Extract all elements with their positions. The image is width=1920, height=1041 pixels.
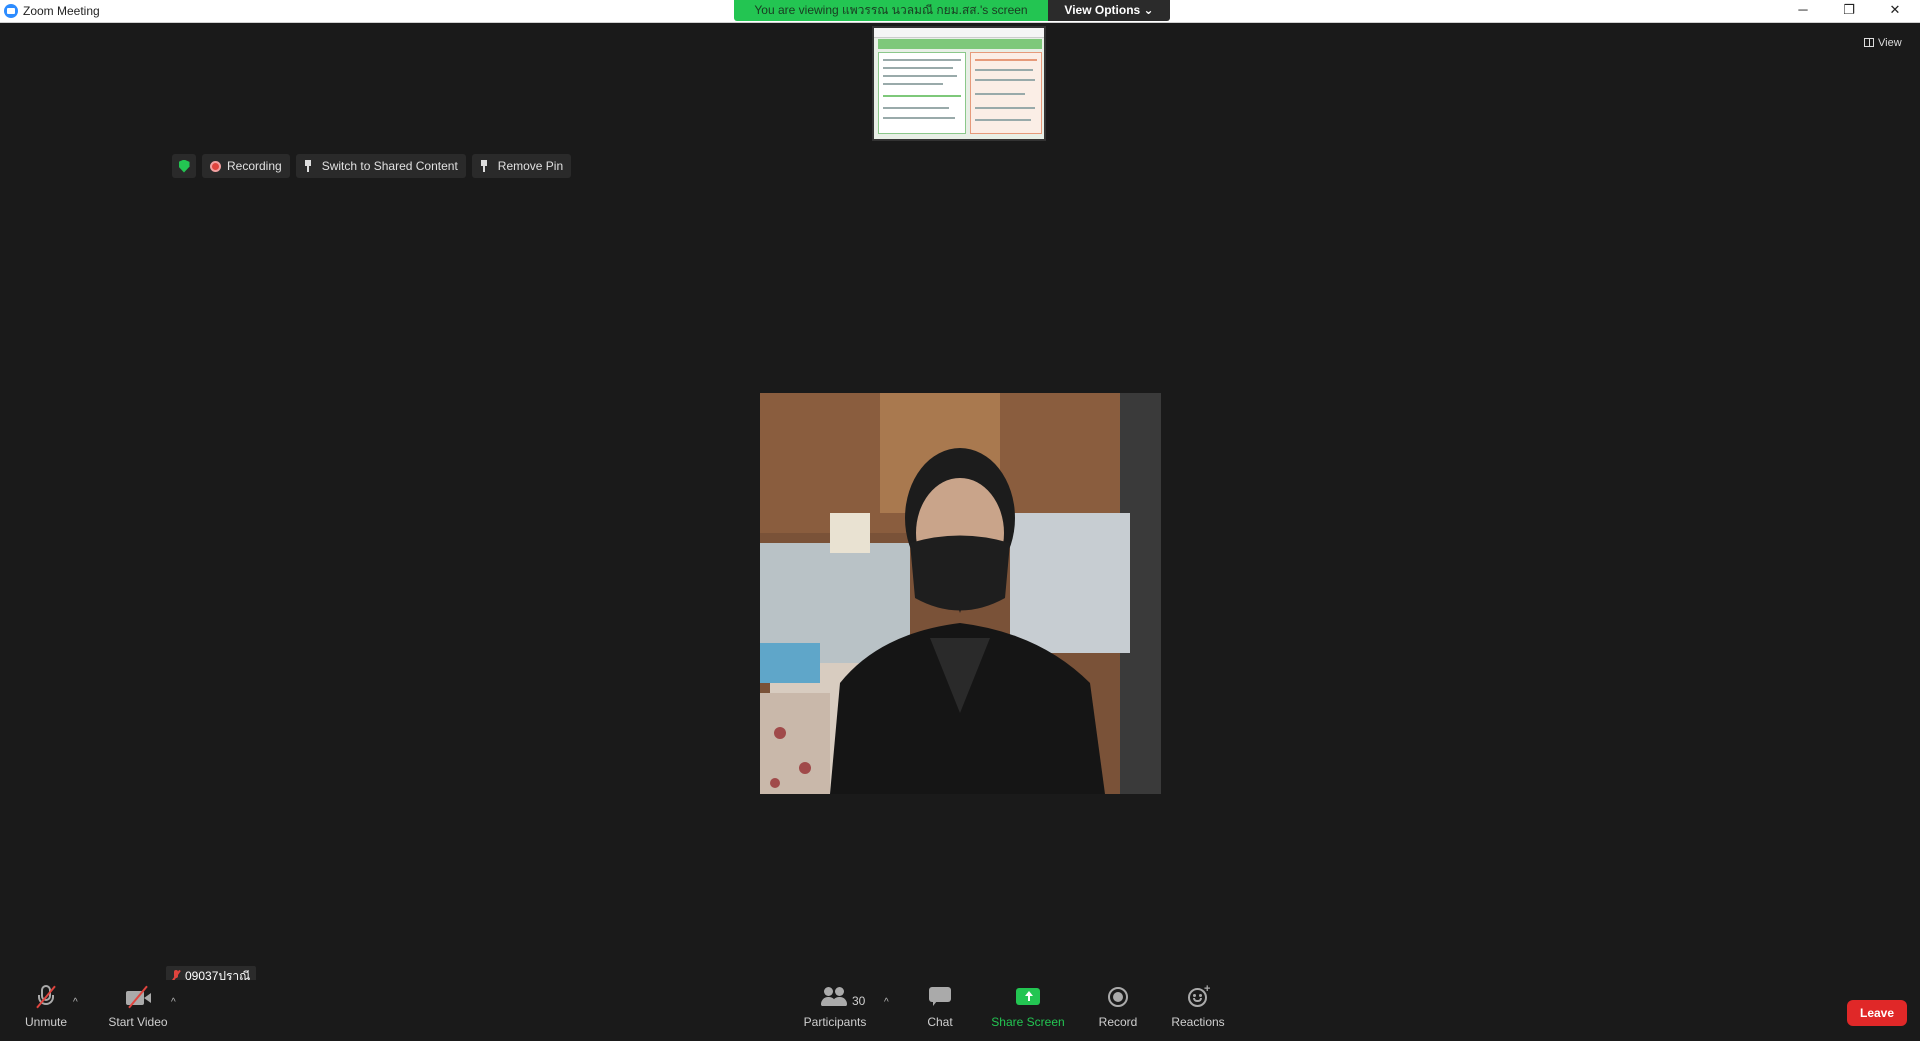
reactions-icon: + (1183, 983, 1213, 1011)
recording-indicator[interactable]: Recording (202, 154, 290, 178)
remove-pin-label: Remove Pin (497, 159, 564, 173)
share-screen-label: Share Screen (991, 1015, 1065, 1029)
security-shield-button[interactable] (172, 154, 196, 178)
thumbnail-header (874, 28, 1044, 38)
start-video-button[interactable]: Start Video (104, 982, 172, 1038)
maximize-button[interactable]: ❐ (1826, 0, 1872, 22)
record-label: Record (1098, 1015, 1138, 1029)
view-options-button[interactable]: View Options ⌄ (1048, 0, 1170, 21)
recording-label: Recording (227, 159, 282, 173)
start-video-label: Start Video (108, 1015, 168, 1029)
participant-video-frame (760, 393, 1161, 794)
shared-screen-thumbnail[interactable] (872, 26, 1046, 141)
thumbnail-left-panel (878, 52, 966, 134)
audio-options-caret[interactable]: ^ (73, 997, 78, 1008)
participant-video (760, 393, 1161, 794)
record-button[interactable]: Record (1096, 982, 1140, 1038)
close-window-button[interactable]: ✕ (1872, 0, 1918, 22)
microphone-muted-icon (31, 985, 61, 1011)
unmute-label: Unmute (24, 1015, 68, 1029)
view-layout-button[interactable]: View (1856, 32, 1912, 54)
share-screen-button[interactable]: Share Screen (990, 982, 1066, 1038)
pin-icon (480, 160, 488, 172)
zoom-app-icon (4, 4, 18, 18)
switch-to-shared-content-button[interactable]: Switch to Shared Content (295, 154, 466, 178)
recording-dot-icon (210, 160, 221, 172)
thumbnail-title-bar (878, 39, 1042, 49)
record-icon (1103, 985, 1133, 1011)
view-label: View (1878, 37, 1902, 49)
reactions-button[interactable]: + Reactions (1168, 982, 1228, 1038)
minimize-button[interactable]: ─ (1780, 0, 1826, 22)
leave-button[interactable]: Leave (1847, 1000, 1907, 1026)
thumbnail-right-panel (970, 52, 1042, 134)
remove-pin-button[interactable]: Remove Pin (471, 154, 572, 178)
shield-icon (178, 159, 190, 173)
participants-label: Participants (803, 1015, 867, 1029)
video-options-caret[interactable]: ^ (171, 997, 176, 1008)
switch-shared-label: Switch to Shared Content (321, 159, 458, 173)
participants-options-caret[interactable]: ^ (884, 997, 889, 1008)
participants-icon (820, 985, 850, 1011)
reactions-label: Reactions (1171, 1015, 1225, 1029)
participants-button[interactable]: Participants (800, 982, 870, 1038)
meeting-toolbar: Unmute ^ Start Video ^ Participants ^ Ch… (0, 980, 1920, 1041)
window-title: Zoom Meeting (23, 4, 100, 18)
share-screen-icon (1013, 985, 1043, 1011)
unmute-button[interactable]: Unmute (20, 982, 72, 1038)
chat-label: Chat (927, 1015, 953, 1029)
camera-off-icon (123, 985, 153, 1011)
meeting-status-bar: Recording Switch to Shared Content Remov… (172, 154, 572, 178)
chat-icon (925, 985, 955, 1011)
grid-view-icon (1864, 38, 1874, 47)
participant-count: 30 (852, 994, 866, 1008)
pin-icon (304, 160, 312, 172)
chat-button[interactable]: Chat (922, 982, 958, 1038)
viewing-screen-text: You are viewing แพวรรณ นวลมณี กยม.สส.'s … (734, 0, 1048, 21)
viewing-banner: You are viewing แพวรรณ นวลมณี กยม.สส.'s … (734, 0, 1170, 21)
